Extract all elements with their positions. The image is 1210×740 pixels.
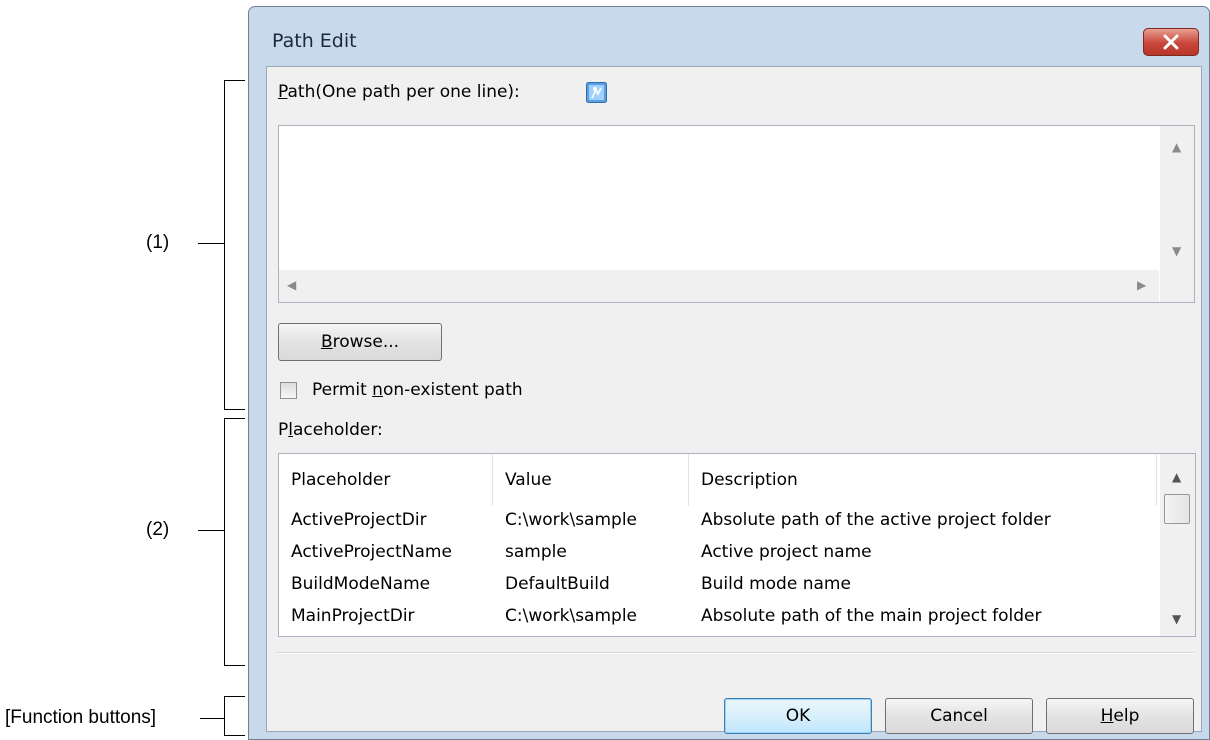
help-label: elp <box>1113 706 1140 726</box>
path-horizontal-scrollbar[interactable]: ◀ ▶ <box>279 270 1159 302</box>
scrollbar-corner <box>1160 270 1194 302</box>
annotation-bracket-2 <box>224 418 245 666</box>
cell-description: Absolute path of the active project fold… <box>701 510 1051 530</box>
browse-accel: B <box>320 332 333 352</box>
annotation-section-2: (2) <box>146 519 170 540</box>
annotation-section-1: (1) <box>146 232 170 253</box>
permit-label-pre: Permit <box>312 380 373 400</box>
button-separator <box>276 652 1194 654</box>
path-label-text: ath(One path per one line): <box>287 82 520 102</box>
permit-label-post: on-existent path <box>382 380 523 400</box>
help-accel: H <box>1100 706 1114 726</box>
annotation-leader-3 <box>200 718 224 719</box>
list-header: Placeholder Value Description <box>279 454 1159 506</box>
cell-description: Build mode name <box>701 574 851 594</box>
cell-placeholder: BuildModeName <box>291 574 431 594</box>
scroll-thumb[interactable] <box>1164 494 1190 524</box>
help-button[interactable]: Help <box>1046 698 1194 734</box>
annotation-bracket-3 <box>224 696 245 736</box>
placeholder-label-pre: P <box>278 420 289 440</box>
list-vertical-scrollbar[interactable]: ▲ ▼ <box>1160 454 1195 636</box>
placeholder-label: Placeholder: <box>278 420 383 440</box>
ok-button[interactable]: OK <box>724 698 872 734</box>
close-button[interactable] <box>1143 28 1199 56</box>
table-row[interactable]: MainProjectDir C:\work\sample Absolute p… <box>279 606 1159 630</box>
table-row[interactable]: BuildModeName DefaultBuild Build mode na… <box>279 574 1159 598</box>
browse-label: rowse... <box>332 332 400 352</box>
permit-nonexistent-checkbox[interactable] <box>280 382 297 399</box>
placeholder-list[interactable]: Placeholder Value Description ActiveProj… <box>278 453 1196 637</box>
cell-description: Active project name <box>701 542 872 562</box>
path-vertical-scrollbar[interactable]: ▲ ▼ <box>1160 126 1194 270</box>
cancel-button[interactable]: Cancel <box>885 698 1033 734</box>
cell-value: C:\work\sample <box>505 606 637 626</box>
column-header-value[interactable]: Value <box>493 454 689 506</box>
permit-label-accel: n <box>372 380 383 400</box>
cell-placeholder: ActiveProjectDir <box>291 510 427 530</box>
placeholder-label-post: aceholder: <box>293 420 383 440</box>
close-icon <box>1163 34 1179 50</box>
path-label: Path(One path per one line): <box>278 82 520 102</box>
path-label-accel: P <box>278 82 288 102</box>
scroll-left-icon[interactable]: ◀ <box>287 278 296 292</box>
placeholder-info-icon[interactable] <box>586 82 607 103</box>
permit-nonexistent-label[interactable]: Permit non-existent path <box>312 380 523 400</box>
browse-button[interactable]: Browse... <box>278 323 442 361</box>
cell-placeholder: MainProjectDir <box>291 606 415 626</box>
cell-value: DefaultBuild <box>505 574 610 594</box>
cell-placeholder: ActiveProjectName <box>291 542 452 562</box>
column-header-placeholder[interactable]: Placeholder <box>279 454 493 506</box>
table-row[interactable]: ActiveProjectName sample Active project … <box>279 542 1159 566</box>
column-header-description[interactable]: Description <box>689 454 1157 506</box>
cell-value: sample <box>505 542 567 562</box>
cell-description: Absolute path of the main project folder <box>701 606 1042 626</box>
scroll-down-icon[interactable]: ▼ <box>1172 612 1181 626</box>
cell-value: C:\work\sample <box>505 510 637 530</box>
annotation-bracket-1 <box>224 80 245 410</box>
scroll-up-icon[interactable]: ▲ <box>1172 470 1181 484</box>
scroll-right-icon[interactable]: ▶ <box>1137 278 1146 292</box>
annotation-leader-2 <box>198 530 224 531</box>
table-row[interactable]: ActiveProjectDir C:\work\sample Absolute… <box>279 510 1159 534</box>
scroll-up-icon[interactable]: ▲ <box>1172 140 1181 154</box>
dialog-title: Path Edit <box>272 30 357 52</box>
annotation-function-buttons: [Function buttons] <box>5 707 157 728</box>
annotation-leader-1 <box>198 243 224 244</box>
scroll-down-icon[interactable]: ▼ <box>1172 244 1181 258</box>
